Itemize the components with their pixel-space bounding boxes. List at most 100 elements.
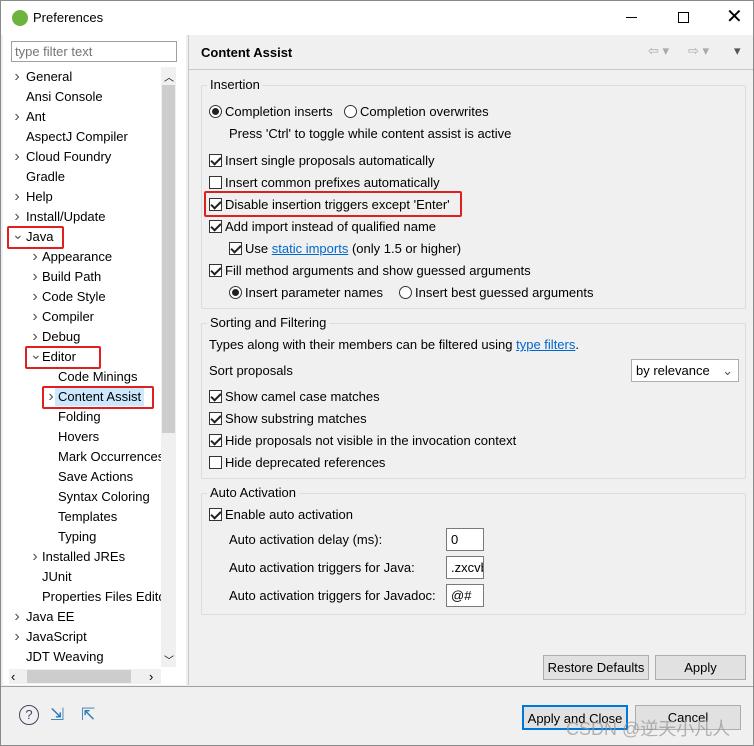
tree-item[interactable]: › Help — [7, 188, 161, 208]
sort-proposals-label: Sort proposals — [209, 363, 293, 378]
enable-auto-activation-label: Enable auto activation — [225, 507, 353, 522]
camel-case-checkbox[interactable] — [209, 390, 222, 403]
tree-item[interactable]: › JavaScript — [7, 628, 161, 648]
static-imports-checkbox[interactable] — [229, 242, 242, 255]
sorting-group-title: Sorting and Filtering — [207, 315, 330, 330]
tree-item-label: AspectJ Compiler — [26, 129, 128, 144]
minimize-button[interactable] — [626, 17, 637, 18]
chevron-right-icon[interactable]: › — [12, 628, 22, 646]
tree-item[interactable]: › Install/Update — [7, 208, 161, 228]
tree-item[interactable]: Templates — [7, 508, 161, 528]
tree-item-label: Appearance — [42, 249, 113, 264]
chevron-right-icon[interactable]: › — [30, 248, 40, 266]
hide-invisible-label: Hide proposals not visible in the invoca… — [225, 433, 517, 448]
chevron-right-icon[interactable]: › — [30, 548, 40, 566]
tree-item[interactable]: › Installed JREs — [7, 548, 161, 568]
static-imports-link[interactable]: static imports — [272, 241, 349, 256]
chevron-right-icon[interactable]: › — [12, 68, 22, 86]
tree-item[interactable]: › Java EE — [7, 608, 161, 628]
tree-item-label: Installed JREs — [42, 549, 126, 564]
hide-deprecated-label: Hide deprecated references — [225, 455, 386, 470]
window-title: Preferences — [33, 10, 104, 25]
tree-item[interactable]: › Code Style — [7, 288, 161, 308]
completion-overwrites-radio[interactable] — [344, 105, 357, 118]
import-icon[interactable]: ⇲ — [50, 705, 64, 725]
guessed-args-radio[interactable] — [399, 286, 412, 299]
chevron-right-icon[interactable]: › — [30, 288, 40, 306]
sort-proposals-select[interactable]: by relevance ⌄ — [631, 359, 739, 382]
tree-item[interactable]: › Compiler — [7, 308, 161, 328]
completion-inserts-radio[interactable] — [209, 105, 222, 118]
single-proposals-label: Insert single proposals automatically — [225, 153, 435, 168]
tree-item-label: Templates — [58, 509, 118, 524]
tree-item[interactable]: › Appearance — [7, 248, 161, 268]
apply-button[interactable]: Apply — [655, 655, 746, 680]
restore-defaults-button[interactable]: Restore Defaults — [543, 655, 649, 680]
tree-item-label: Gradle — [26, 169, 66, 184]
chevron-right-icon[interactable]: › — [12, 148, 22, 166]
tree-item[interactable]: Mark Occurrences — [7, 448, 161, 468]
tree-item[interactable]: › Cloud Foundry — [7, 148, 161, 168]
chevron-right-icon[interactable]: › — [30, 308, 40, 326]
tree-item-label: Install/Update — [26, 209, 106, 224]
java-triggers-input[interactable]: .zxcvbnm — [446, 556, 484, 579]
tree-item[interactable]: JDT Weaving — [7, 648, 161, 667]
title-bar: Preferences ✕ — [1, 1, 753, 35]
maximize-button[interactable] — [678, 12, 689, 23]
tree-item[interactable]: Code Minings — [7, 368, 161, 388]
type-filters-link[interactable]: type filters — [516, 337, 575, 352]
close-button[interactable]: ✕ — [726, 4, 743, 29]
tree-item[interactable]: Syntax Coloring — [7, 488, 161, 508]
camel-case-label: Show camel case matches — [225, 389, 380, 404]
chevron-right-icon[interactable]: › — [30, 268, 40, 286]
tree-item[interactable]: Typing — [7, 528, 161, 548]
use-label: Use — [245, 241, 269, 256]
help-icon[interactable]: ? — [19, 705, 39, 725]
menu-icon[interactable]: ▾ — [734, 43, 741, 59]
completion-inserts-label: Completion inserts — [225, 104, 333, 119]
tree-item-label: Folding — [58, 409, 101, 424]
tree-item[interactable]: AspectJ Compiler — [7, 128, 161, 148]
tree-item[interactable]: Folding — [7, 408, 161, 428]
tree-item[interactable]: Properties Files Editor — [7, 588, 161, 608]
tree-horizontal-scrollbar[interactable]: ‹ › — [9, 669, 161, 684]
fill-args-checkbox[interactable] — [209, 264, 222, 277]
common-prefixes-checkbox[interactable] — [209, 176, 222, 189]
param-names-radio[interactable] — [229, 286, 242, 299]
back-icon[interactable]: ⇦ ▾ — [648, 43, 669, 59]
chevron-right-icon[interactable]: › — [12, 188, 22, 206]
completion-overwrites-label: Completion overwrites — [360, 104, 489, 119]
tree-vertical-scrollbar[interactable]: ︿ ﹀ — [161, 67, 176, 667]
tree-item[interactable]: JUnit — [7, 568, 161, 588]
substring-checkbox[interactable] — [209, 412, 222, 425]
tree-item[interactable]: Gradle — [7, 168, 161, 188]
tree-item[interactable]: Hovers — [7, 428, 161, 448]
tree-item-label: Typing — [58, 529, 97, 544]
chevron-right-icon[interactable]: › — [12, 208, 22, 226]
enable-auto-activation-checkbox[interactable] — [209, 508, 222, 521]
scroll-thumb[interactable] — [162, 85, 175, 433]
substring-label: Show substring matches — [225, 411, 367, 426]
chevron-right-icon[interactable]: › — [30, 328, 40, 346]
add-import-checkbox[interactable] — [209, 220, 222, 233]
export-icon[interactable]: ⇱ — [81, 705, 95, 725]
forward-icon[interactable]: ⇨ ▾ — [688, 43, 709, 59]
scroll-up-icon: ︿ — [164, 73, 174, 84]
tree-item[interactable]: › Build Path — [7, 268, 161, 288]
tree-item[interactable]: › Ant — [7, 108, 161, 128]
tree-item[interactable]: Save Actions — [7, 468, 161, 488]
sort-value: by relevance — [636, 363, 710, 378]
tree-item-label: JDT Weaving — [26, 649, 104, 664]
javadoc-triggers-input[interactable]: @# — [446, 584, 484, 607]
h-scroll-thumb[interactable] — [27, 670, 131, 683]
toggle-hint: Press 'Ctrl' to toggle while content ass… — [229, 126, 512, 141]
hide-deprecated-checkbox[interactable] — [209, 456, 222, 469]
filter-input[interactable] — [11, 41, 177, 62]
hide-invisible-checkbox[interactable] — [209, 434, 222, 447]
single-proposals-checkbox[interactable] — [209, 154, 222, 167]
tree-item[interactable]: › General — [7, 68, 161, 88]
chevron-right-icon[interactable]: › — [12, 108, 22, 126]
tree-item[interactable]: Ansi Console — [7, 88, 161, 108]
chevron-right-icon[interactable]: › — [12, 608, 22, 626]
delay-input[interactable]: 0 — [446, 528, 484, 551]
